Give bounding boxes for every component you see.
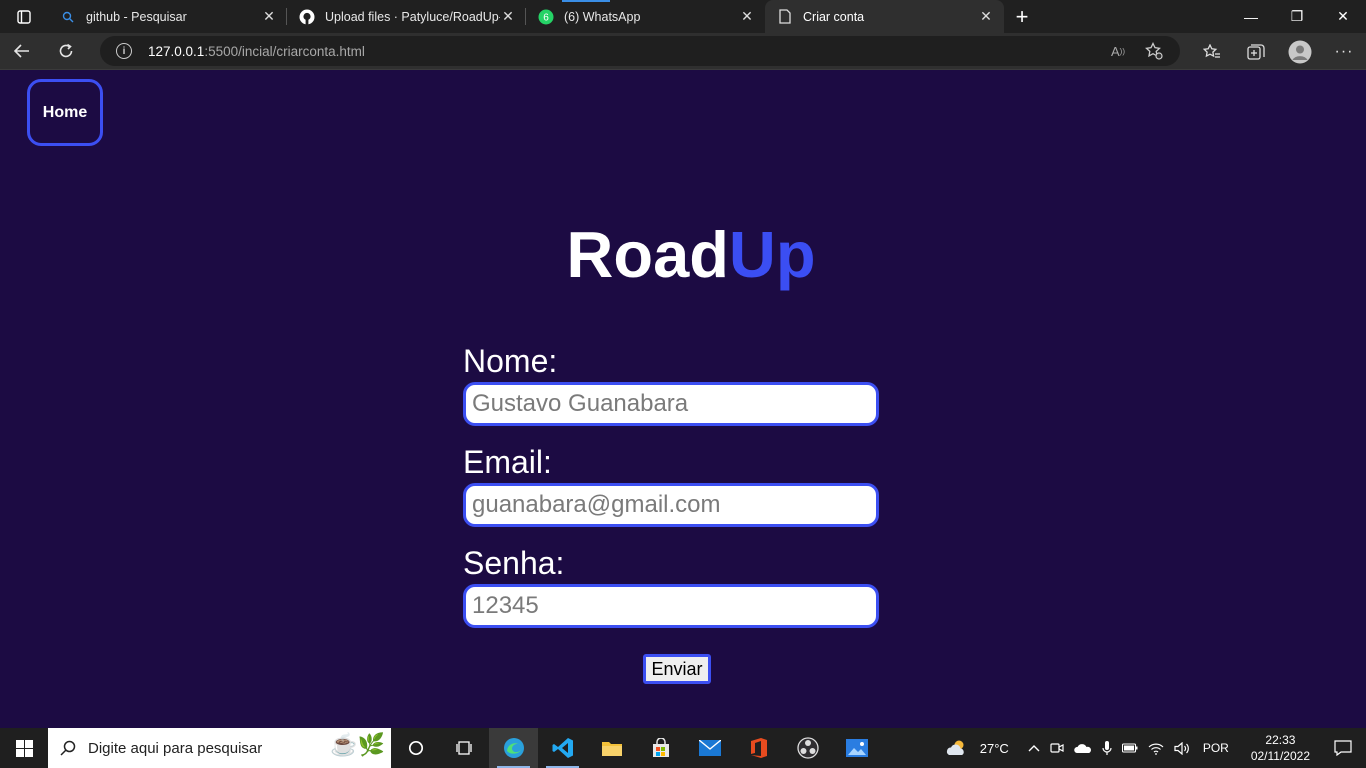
volume-icon[interactable]	[1169, 741, 1195, 755]
tab-title: Criar conta	[803, 9, 865, 24]
url-path: :5500/incial/criarconta.html	[204, 43, 365, 59]
more-options-icon[interactable]: ···	[1322, 33, 1366, 70]
browser-tab-strip: github - Pesquisar ✕ Upload files · Paty…	[0, 0, 1366, 33]
reload-button[interactable]	[44, 33, 88, 70]
close-tab-icon[interactable]: ✕	[500, 8, 516, 25]
windows-taskbar: Digite aqui para pesquisar ☕🌿 27°C POR 2…	[0, 728, 1366, 768]
meet-now-icon[interactable]	[1045, 741, 1069, 755]
chevron-up-icon[interactable]	[1023, 744, 1045, 752]
microphone-icon[interactable]	[1097, 740, 1117, 756]
photos-icon[interactable]	[832, 728, 881, 768]
collections-icon[interactable]	[1234, 33, 1278, 70]
search-icon	[60, 9, 76, 25]
file-explorer-icon[interactable]	[587, 728, 636, 768]
back-button[interactable]	[0, 33, 44, 70]
page-icon	[777, 9, 793, 25]
wifi-icon[interactable]	[1143, 742, 1169, 755]
close-tab-icon[interactable]: ✕	[261, 8, 277, 25]
start-button[interactable]	[0, 728, 48, 768]
address-bar[interactable]: i 127.0.0.1:5500/incial/criarconta.html	[100, 36, 1180, 66]
close-tab-icon[interactable]: ✕	[978, 8, 994, 25]
read-aloud-icon[interactable]: A))	[1100, 36, 1136, 66]
name-label: Nome:	[463, 343, 558, 379]
name-input[interactable]: Gustavo Guanabara	[463, 382, 879, 426]
tab-loading-indicator	[562, 0, 610, 2]
taskbar-search[interactable]: Digite aqui para pesquisar ☕🌿	[48, 728, 391, 768]
favorites-icon[interactable]	[1190, 33, 1234, 70]
browser-toolbar: i 127.0.0.1:5500/incial/criarconta.html …	[0, 33, 1366, 70]
clock-time: 22:33	[1265, 733, 1296, 747]
search-icon	[60, 740, 76, 756]
new-tab-button[interactable]: +	[1004, 0, 1040, 33]
windows-logo-icon	[15, 739, 33, 757]
window-controls: — ❐ ✕	[1228, 0, 1366, 33]
vscode-app-icon[interactable]	[538, 728, 587, 768]
tab-title: Upload files · Patyluce/RoadUp-	[325, 9, 500, 24]
clock[interactable]: 22:33 02/11/2022	[1237, 732, 1324, 764]
roadup-logo: RoadUp	[0, 215, 1366, 295]
clock-date: 02/11/2022	[1250, 749, 1310, 763]
whatsapp-icon: 6	[538, 9, 554, 25]
microsoft-store-icon[interactable]	[636, 728, 685, 768]
close-tab-icon[interactable]: ✕	[739, 8, 755, 25]
profile-avatar[interactable]	[1278, 33, 1322, 70]
svg-text:6: 6	[543, 12, 549, 23]
minimize-icon[interactable]: —	[1228, 0, 1274, 33]
reload-icon	[59, 43, 73, 58]
system-tray: 27°C POR 22:33 02/11/2022	[941, 728, 1366, 768]
add-favorite-icon[interactable]	[1136, 36, 1172, 66]
battery-icon[interactable]	[1117, 743, 1143, 753]
site-info-icon[interactable]: i	[116, 43, 132, 59]
weather-temp[interactable]: 27°C	[975, 741, 1023, 756]
search-highlight-icon: ☕🌿	[330, 732, 385, 757]
email-input[interactable]: guanabara@gmail.com	[463, 483, 879, 527]
github-icon	[299, 9, 315, 25]
language-indicator[interactable]: POR	[1195, 741, 1237, 755]
tab-title: (6) WhatsApp	[564, 9, 641, 24]
password-input[interactable]: 12345	[463, 584, 879, 628]
office-icon[interactable]	[734, 728, 783, 768]
restore-icon[interactable]: ❐	[1274, 0, 1320, 33]
tab-actions-button[interactable]	[0, 0, 48, 33]
submit-button[interactable]: Enviar	[643, 654, 711, 684]
url-host: 127.0.0.1	[148, 43, 205, 59]
address-bar-actions: A))	[1100, 36, 1172, 66]
tab-actions-icon	[17, 9, 31, 24]
tab-whatsapp[interactable]: 6 (6) WhatsApp ✕	[526, 0, 765, 33]
task-view-icon[interactable]	[440, 728, 489, 768]
tab-upload-files[interactable]: Upload files · Patyluce/RoadUp- ✕	[287, 0, 526, 33]
close-window-icon[interactable]: ✕	[1320, 0, 1366, 33]
email-label: Email:	[463, 444, 552, 480]
mail-icon[interactable]	[685, 728, 734, 768]
obs-icon[interactable]	[783, 728, 832, 768]
search-placeholder: Digite aqui para pesquisar	[88, 739, 263, 757]
home-button[interactable]: Home	[27, 79, 103, 146]
signup-form: Nome: Gustavo Guanabara Email: guanabara…	[463, 340, 879, 643]
tab-github-search[interactable]: github - Pesquisar ✕	[48, 0, 287, 33]
password-label: Senha:	[463, 545, 565, 581]
cortana-icon[interactable]	[391, 728, 440, 768]
toolbar-right: ···	[1190, 33, 1366, 70]
edge-app-icon[interactable]	[489, 728, 538, 768]
tab-title: github - Pesquisar	[86, 9, 187, 24]
back-arrow-icon	[14, 44, 29, 58]
weather-icon[interactable]	[941, 739, 975, 757]
onedrive-icon[interactable]	[1069, 743, 1097, 754]
logo-road: Road	[566, 218, 729, 291]
logo-up: Up	[728, 218, 816, 291]
tab-criar-conta[interactable]: Criar conta ✕	[765, 0, 1004, 33]
notifications-icon[interactable]	[1324, 740, 1366, 756]
